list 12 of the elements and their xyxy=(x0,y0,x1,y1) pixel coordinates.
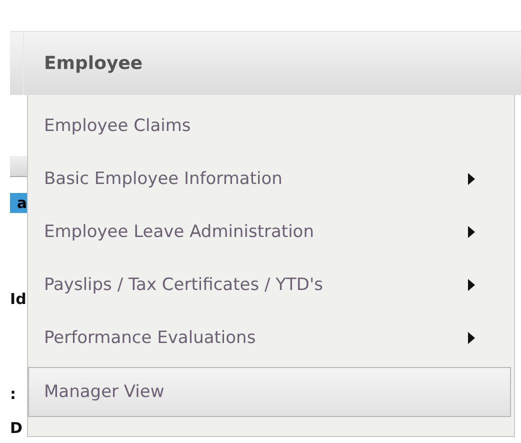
menu-title[interactable]: Employee xyxy=(24,53,143,74)
label-text: D xyxy=(10,420,24,436)
menu-item[interactable]: Performance Evaluations xyxy=(28,311,511,364)
menu-item[interactable]: Payslips / Tax Certificates / YTD's xyxy=(28,258,511,311)
table-header-cell: a xyxy=(10,193,27,213)
menu-item[interactable]: Manager View xyxy=(28,367,511,417)
toolbar-strip xyxy=(10,156,27,177)
label-text: Id xyxy=(10,291,27,307)
menu-item[interactable]: Employee Leave Administration xyxy=(28,205,511,258)
menu-item[interactable]: Employee Claims xyxy=(28,99,511,152)
menu-item[interactable]: Basic Employee Information xyxy=(28,152,511,205)
label-text: : xyxy=(10,386,17,402)
